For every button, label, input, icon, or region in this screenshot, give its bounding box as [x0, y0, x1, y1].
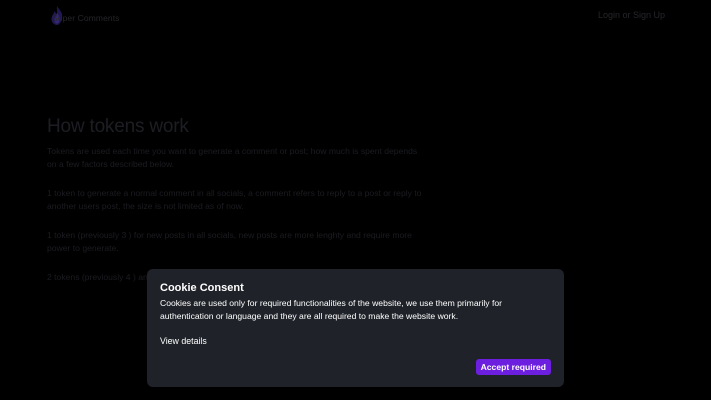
- cookie-consent-title: Cookie Consent: [160, 282, 244, 294]
- cookie-consent-dialog: Cookie Consent Cookies are used only for…: [147, 269, 564, 387]
- view-details-link[interactable]: View details: [160, 336, 207, 346]
- accept-required-button[interactable]: Accept required: [475, 359, 551, 375]
- cookie-consent-text: Cookies are used only for required funct…: [160, 298, 503, 321]
